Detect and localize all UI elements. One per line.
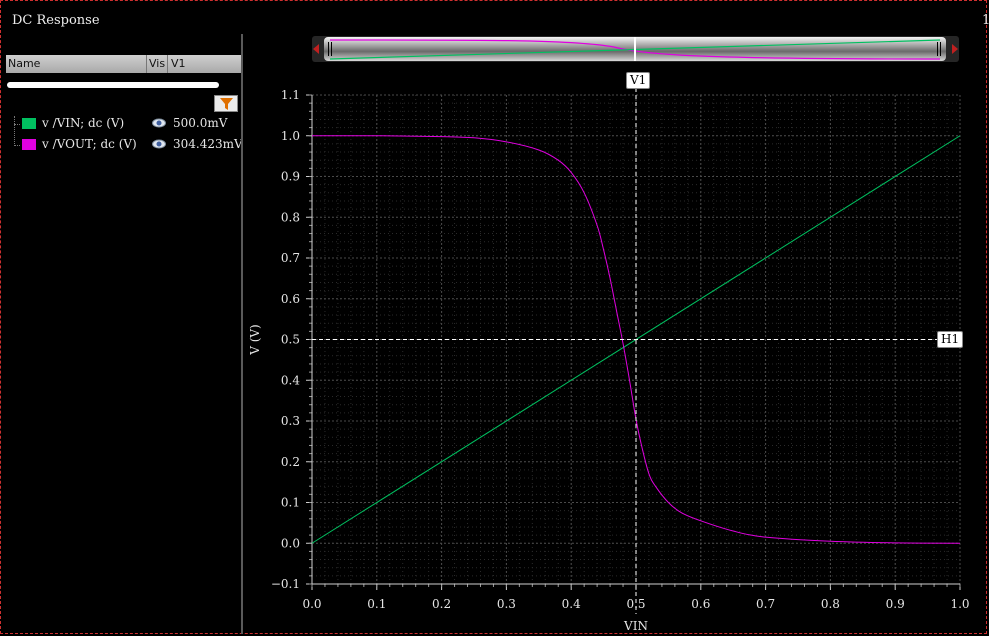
y-tick-label: 0.9 bbox=[281, 170, 300, 184]
x-tick-label: 0.4 bbox=[562, 597, 581, 611]
x-tick-label: 0.6 bbox=[691, 597, 710, 611]
y-tick-label: 1.0 bbox=[281, 129, 300, 143]
y-tick-label: 1.1 bbox=[281, 88, 300, 102]
x-tick-label: 0.2 bbox=[432, 597, 451, 611]
x-axis-label: VIN bbox=[623, 619, 648, 633]
x-tick-label: 0.9 bbox=[886, 597, 905, 611]
y-tick-label: 0.7 bbox=[281, 251, 300, 265]
y-tick-label: 0.4 bbox=[281, 373, 300, 387]
y-tick-label: 0.3 bbox=[281, 414, 300, 428]
y-tick-label: 0.0 bbox=[281, 536, 300, 550]
x-tick-label: 0.0 bbox=[302, 597, 321, 611]
y-tick-label: −0.1 bbox=[271, 577, 300, 591]
y-tick-label: 0.6 bbox=[281, 292, 300, 306]
y-tick-label: 0.8 bbox=[281, 210, 300, 224]
x-tick-label: 0.7 bbox=[756, 597, 775, 611]
cursor-label-v1[interactable]: V1 bbox=[626, 72, 651, 89]
y-tick-label: 0.5 bbox=[281, 333, 300, 347]
x-tick-label: 0.3 bbox=[497, 597, 516, 611]
cursor-label-h1[interactable]: H1 bbox=[937, 330, 964, 348]
x-tick-label: 1.0 bbox=[950, 597, 969, 611]
y-tick-label: 0.1 bbox=[281, 496, 300, 510]
dc-response-plot[interactable]: 0.0 0.1 0.2 0.3 0.4 0.5 0.6 0.7 0.8 0.9 1.0−0.10.0… bbox=[0, 0, 989, 636]
y-axis-label: V (V) bbox=[248, 324, 262, 356]
y-tick-label: 0.2 bbox=[281, 455, 300, 469]
x-tick-label: 0.8 bbox=[821, 597, 840, 611]
x-tick-label: 0.1 bbox=[367, 597, 386, 611]
